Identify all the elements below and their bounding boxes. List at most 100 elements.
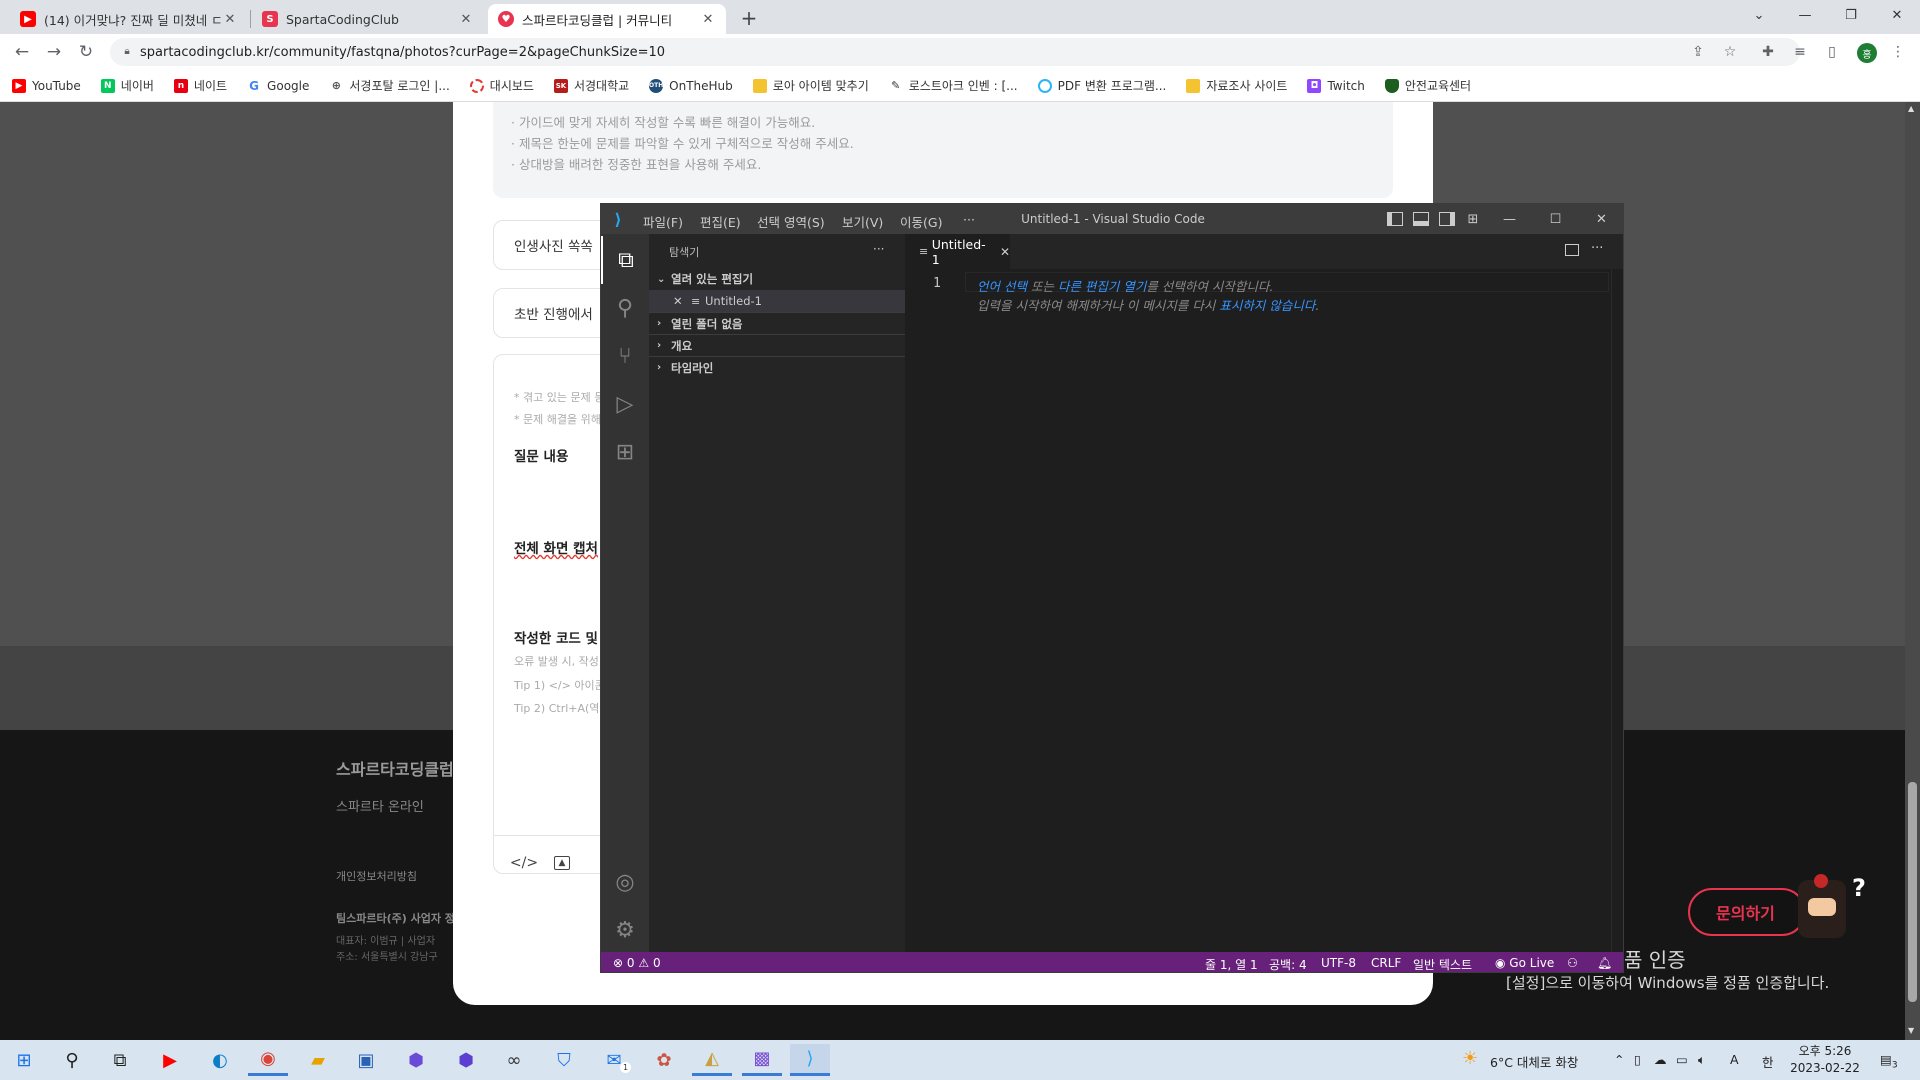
side-panel-icon[interactable]: ▯ bbox=[1822, 42, 1842, 62]
eol-setting[interactable]: CRLF bbox=[1371, 956, 1401, 970]
edge-icon[interactable]: ◐ bbox=[200, 1044, 240, 1076]
source-control-icon[interactable]: ⑂ bbox=[601, 332, 649, 380]
bookmark-star-icon[interactable]: ☆ bbox=[1720, 42, 1740, 62]
timeline-section[interactable]: › 타임라인 bbox=[649, 356, 905, 378]
customize-layout-icon[interactable]: ⊞ bbox=[1465, 212, 1481, 227]
toggle-sidebar-icon[interactable] bbox=[1387, 212, 1403, 226]
tab-search-icon[interactable]: ⌄ bbox=[1736, 0, 1782, 30]
editor-more-icon[interactable]: ··· bbox=[1591, 241, 1603, 256]
bookmark-pdf[interactable]: PDF 변환 프로그램... bbox=[1037, 77, 1166, 94]
vscode-window[interactable]: ⟩ Untitled-1 - Visual Studio Code 파일(F) … bbox=[600, 203, 1624, 973]
encoding-setting[interactable]: UTF-8 bbox=[1321, 956, 1356, 970]
chrome-icon[interactable]: ◉ bbox=[248, 1044, 288, 1076]
weather-icon[interactable]: ☀ bbox=[1462, 1048, 1478, 1069]
close-tab-icon[interactable]: ✕ bbox=[222, 12, 238, 27]
notifications-bell-icon[interactable]: 🔔︎ bbox=[1597, 956, 1612, 970]
ime-mode-a[interactable]: A bbox=[1730, 1052, 1739, 1067]
tab-community[interactable]: ♥ 스파르타코딩클럽 | 커뮤니티 ✕ bbox=[488, 4, 726, 34]
tab-youtube[interactable]: ▶ (14) 이거맞냐? 진짜 딜 미쳤네 ㄷ ✕ bbox=[10, 4, 248, 34]
bookmark-inven[interactable]: ✎ 로스트아크 인벤 : [... bbox=[889, 77, 1018, 94]
vscode-close-icon[interactable]: ✕ bbox=[1579, 204, 1623, 234]
media-control-icon[interactable]: ≡ bbox=[1790, 42, 1810, 62]
app-icon-5[interactable]: ✿ bbox=[644, 1044, 684, 1076]
explorer-icon[interactable]: ⧉ bbox=[601, 236, 649, 284]
mail-icon[interactable]: ✉ 1 bbox=[594, 1044, 634, 1076]
close-window-icon[interactable]: ✕ bbox=[1874, 0, 1920, 30]
tray-cloud-icon[interactable]: ☁ bbox=[1654, 1052, 1667, 1067]
start-windows-icon[interactable]: ⊞ bbox=[4, 1044, 44, 1076]
task-view-icon[interactable]: ⧉ bbox=[100, 1044, 140, 1076]
editor-scrollbar[interactable] bbox=[1611, 269, 1623, 954]
bookmark-nate[interactable]: n 네이트 bbox=[173, 77, 227, 94]
menu-selection[interactable]: 선택 영역(S) bbox=[757, 212, 825, 231]
menu-file[interactable]: 파일(F) bbox=[643, 212, 683, 231]
profile-avatar[interactable]: 홍 bbox=[1857, 43, 1877, 63]
scrollbar-thumb[interactable] bbox=[1908, 782, 1917, 1002]
dont-show-again-link[interactable]: 표시하지 않습니다 bbox=[1219, 298, 1315, 313]
forward-icon[interactable]: → bbox=[42, 40, 66, 64]
share-icon[interactable]: ⇪ bbox=[1688, 42, 1708, 62]
bookmark-folder-loa[interactable]: 로아 아이템 맞추기 bbox=[752, 77, 869, 94]
toggle-secondary-sidebar-icon[interactable] bbox=[1439, 212, 1455, 226]
close-editor-icon[interactable]: ✕ bbox=[673, 294, 691, 308]
minimize-icon[interactable]: — bbox=[1782, 0, 1828, 30]
youtube-app-icon[interactable]: ▶ bbox=[150, 1044, 190, 1076]
bookmark-twitch[interactable]: ◘ Twitch bbox=[1307, 78, 1365, 93]
go-live-button[interactable]: ◉ Go Live bbox=[1495, 956, 1554, 970]
league-icon[interactable]: ◭ bbox=[692, 1044, 732, 1076]
menu-kebab-icon[interactable]: ⋮ bbox=[1888, 42, 1908, 62]
close-tab-icon[interactable]: ✕ bbox=[458, 12, 474, 27]
lock-icon[interactable]: 🔒︎ bbox=[122, 45, 132, 57]
app-icon-4[interactable]: ⛉ bbox=[544, 1044, 584, 1076]
bookmark-safety[interactable]: 안전교육센터 bbox=[1384, 77, 1471, 94]
menu-view[interactable]: 보기(V) bbox=[842, 212, 883, 231]
tray-device-icon[interactable]: ▯ bbox=[1634, 1052, 1641, 1067]
bookmark-folder-research[interactable]: 자료조사 사이트 bbox=[1186, 77, 1287, 94]
app-icon-2[interactable]: ⬢ bbox=[446, 1044, 486, 1076]
vscode-maximize-icon[interactable]: ☐ bbox=[1533, 204, 1578, 234]
back-icon[interactable]: ← bbox=[10, 40, 34, 64]
bookmark-youtube[interactable]: ▶ YouTube bbox=[12, 78, 81, 93]
indentation-setting[interactable]: 공백: 4 bbox=[1269, 956, 1307, 972]
outline-section[interactable]: › 개요 bbox=[649, 334, 905, 356]
open-other-editor-link[interactable]: 다른 편집기 열기 bbox=[1058, 279, 1146, 294]
editor-tab-untitled[interactable]: ≡ Untitled-1 ✕ bbox=[905, 234, 1010, 269]
feedback-icon[interactable]: ⚇ bbox=[1567, 956, 1578, 970]
reload-icon[interactable]: ↻ bbox=[74, 40, 98, 64]
run-debug-icon[interactable]: ▷ bbox=[601, 380, 649, 428]
menu-edit[interactable]: 편집(E) bbox=[700, 212, 741, 231]
file-explorer-icon[interactable]: ▰ bbox=[298, 1044, 338, 1076]
split-editor-icon[interactable] bbox=[1565, 244, 1579, 256]
bookmark-skuniv[interactable]: SK 서경대학교 bbox=[553, 77, 629, 94]
menu-more[interactable]: ··· bbox=[963, 212, 975, 227]
store-icon[interactable]: ▣ bbox=[346, 1044, 386, 1076]
scroll-down-icon[interactable]: ▼ bbox=[1908, 1026, 1914, 1035]
language-mode[interactable]: 일반 텍스트 bbox=[1413, 956, 1472, 972]
app-icon-1[interactable]: ⬢ bbox=[396, 1044, 436, 1076]
close-tab-icon[interactable]: ✕ bbox=[1000, 245, 1010, 259]
menu-go[interactable]: 이동(G) bbox=[900, 212, 942, 231]
app-icon-6[interactable]: ▩ bbox=[742, 1044, 782, 1076]
cursor-position[interactable]: 줄 1, 열 1 bbox=[1205, 956, 1258, 972]
open-editor-item[interactable]: ✕ ≡ Untitled-1 bbox=[649, 290, 905, 312]
bookmark-onthehub[interactable]: OTH OnTheHub bbox=[649, 78, 733, 93]
problems-indicator[interactable]: ⊗ 0 ⚠ 0 bbox=[613, 956, 661, 970]
page-scrollbar[interactable]: ▲ ▼ bbox=[1905, 102, 1920, 1040]
select-language-link[interactable]: 언어 선택 bbox=[977, 279, 1027, 294]
notification-center-icon[interactable]: ▤3 bbox=[1880, 1052, 1898, 1071]
no-folder-section[interactable]: › 열린 폴더 없음 bbox=[649, 312, 905, 334]
taskbar-search-icon[interactable]: ⚲ bbox=[52, 1044, 92, 1076]
vscode-minimize-icon[interactable]: — bbox=[1487, 204, 1532, 234]
mascot-image[interactable] bbox=[1798, 874, 1846, 938]
ime-mode-han[interactable]: 한 bbox=[1762, 1052, 1774, 1071]
close-tab-icon[interactable]: ✕ bbox=[700, 12, 716, 27]
new-tab-button[interactable]: + bbox=[737, 6, 761, 30]
tray-overflow-icon[interactable]: ⌃ bbox=[1614, 1052, 1624, 1067]
extensions-icon[interactable]: ⊞ bbox=[601, 428, 649, 476]
inquiry-button[interactable]: 문의하기 bbox=[1688, 888, 1806, 936]
bookmark-naver[interactable]: N 네이버 bbox=[100, 77, 154, 94]
accounts-icon[interactable]: ◎ bbox=[601, 858, 649, 906]
bookmark-dashboard[interactable]: 대시보드 bbox=[469, 77, 534, 94]
restore-icon[interactable]: ❐ bbox=[1828, 0, 1874, 30]
bookmark-portal[interactable]: ⊕ 서경포탈 로그인 |... bbox=[329, 77, 450, 94]
